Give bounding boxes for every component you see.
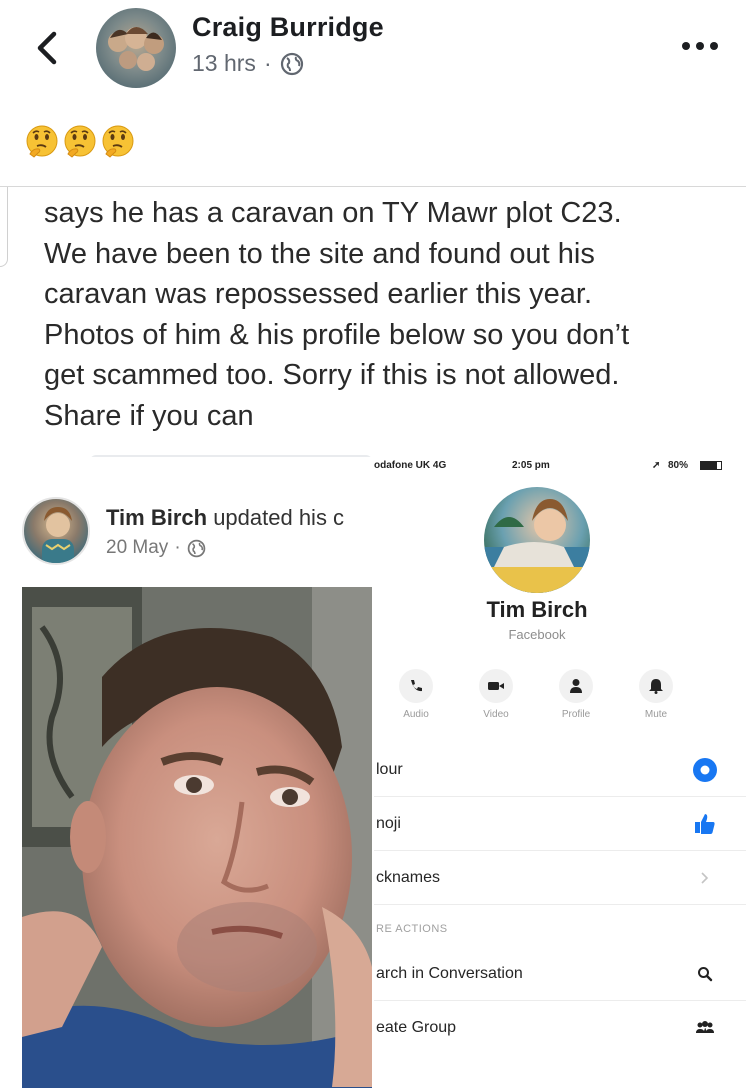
chevron-right-icon (701, 872, 709, 884)
text-line: Share if you can (44, 399, 254, 432)
thinking-face-emoji-icon (64, 125, 96, 158)
video-action: Video (466, 669, 526, 720)
profile-update-meta: 20 May · (106, 537, 206, 559)
thinking-face-emoji-icon (102, 125, 134, 158)
text-line: We have been to the site and found out h… (44, 237, 595, 270)
text-line: says he has a caravan on TY Mawr plot C2… (44, 197, 622, 229)
colour-label: lour (376, 761, 403, 778)
profile-action: Profile (546, 669, 606, 720)
shared-post-text: says he has a caravan on TY Mawr plot C2… (44, 193, 734, 436)
messenger-settings-screenshot: odafone UK 4G 2:05 pm ➚ 80% Tim Birch Fa… (374, 457, 746, 1088)
more-options-button[interactable] (680, 34, 720, 58)
text-line: caravan was repossessed earlier this yea… (44, 278, 593, 310)
emoji-row-setting: noji (374, 799, 746, 851)
mute-action: Mute (626, 669, 686, 720)
screenshot-edge (0, 187, 8, 267)
profile-update-post: Tim Birch updated his c 20 May · (22, 457, 374, 1088)
messenger-contact-name: Tim Birch (486, 597, 588, 622)
globe-icon[interactable] (280, 52, 304, 76)
post-time[interactable]: 13 hrs (192, 50, 256, 77)
search-label: arch in Conversation (376, 965, 523, 982)
post-header: Craig Burridge 13 hrs · (0, 0, 746, 110)
create-group-row: eate Group (374, 1003, 746, 1055)
messenger-avatar (484, 487, 590, 593)
status-bar: odafone UK 4G 2:05 pm ➚ 80% (374, 457, 746, 477)
meta-separator: · (263, 50, 272, 76)
create-group-label: eate Group (376, 1019, 457, 1036)
author-name[interactable]: Craig Burridge (192, 12, 384, 43)
nicknames-row: cknames (374, 853, 746, 905)
group-icon (696, 1021, 714, 1033)
video-label: Video (483, 709, 509, 720)
more-actions-header: RE ACTIONS (376, 923, 448, 935)
text-line: Photos of him & his profile below so you… (44, 318, 630, 351)
man-selfie-image (22, 587, 372, 1088)
search-icon (698, 967, 713, 982)
globe-icon (187, 539, 205, 557)
colour-row: lour (374, 745, 746, 797)
update-date: 20 May (106, 537, 169, 558)
thinking-face-emoji-icon (26, 125, 58, 158)
video-camera-icon (488, 682, 504, 690)
meta-separator: · (174, 537, 181, 558)
ellipsis-icon (682, 42, 718, 50)
colour-dot-icon (693, 758, 717, 782)
update-action: updated his c (213, 505, 345, 530)
status-time: 2:05 pm (512, 460, 550, 471)
bell-icon (649, 679, 663, 694)
mute-label: Mute (644, 709, 668, 720)
text-line: get scammed too. Sorry if this is not al… (44, 359, 620, 391)
shared-screenshot[interactable]: says he has a caravan on TY Mawr plot C2… (0, 186, 746, 1088)
tim-avatar (22, 497, 90, 565)
person-icon (570, 679, 582, 693)
chevron-left-icon (37, 31, 57, 65)
battery-percent: 80% (668, 460, 689, 471)
profile-photo (22, 587, 372, 1088)
author-avatar[interactable] (96, 8, 176, 88)
profile-label: Profile (561, 709, 591, 720)
location-arrow-icon: ➚ (652, 460, 661, 471)
emoji-label: noji (376, 815, 401, 832)
back-button[interactable] (28, 26, 68, 70)
phone-icon (411, 680, 422, 692)
avatar-photo (108, 27, 164, 71)
audio-action: Audio (386, 669, 446, 720)
nicknames-label: cknames (376, 869, 441, 886)
tim-name-link[interactable]: Tim Birch (106, 505, 207, 530)
avatar-photo (42, 507, 74, 563)
search-row: arch in Conversation (374, 949, 746, 1001)
thumbs-up-icon (695, 814, 715, 834)
carrier-label: odafone UK 4G (374, 460, 447, 471)
avatar-photo (484, 499, 590, 593)
battery-icon (700, 461, 722, 470)
post-meta: 13 hrs · (192, 50, 304, 77)
audio-label: Audio (403, 709, 429, 720)
profile-update-title: Tim Birch updated his c (106, 505, 344, 531)
messenger-contact-subtitle: Facebook (508, 627, 566, 642)
emoji-row (24, 124, 136, 160)
